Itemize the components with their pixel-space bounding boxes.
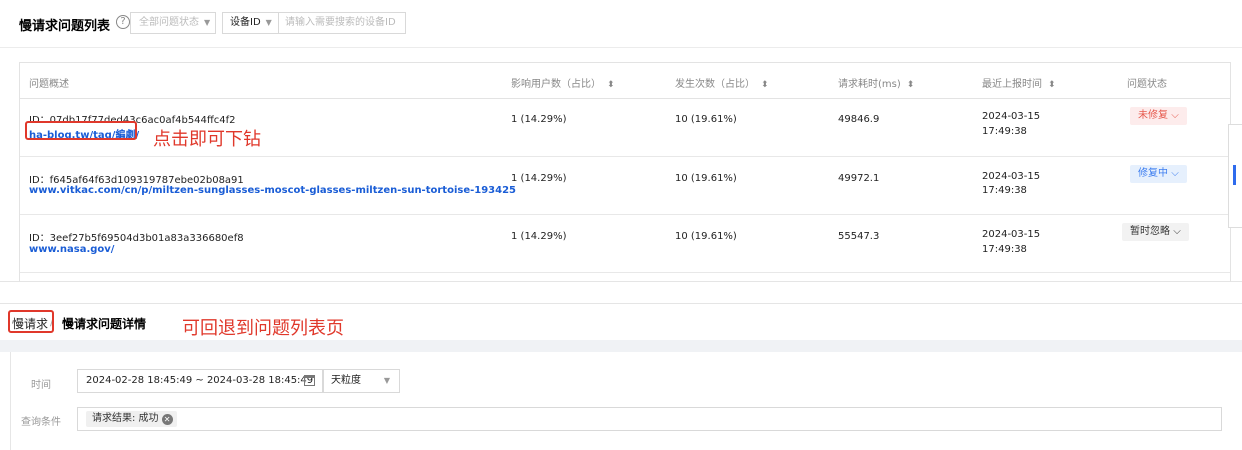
col-status: 问题状态 [1127, 79, 1167, 90]
count-cell: 10 (19.61%) [675, 114, 737, 125]
granularity-value: 天粒度 [331, 375, 361, 386]
status-dropdown[interactable]: 修复中 ⌵ [1130, 165, 1187, 183]
chevron-down-icon: ⌵ [1173, 226, 1181, 237]
query-condition-label: 查询条件 [21, 417, 61, 428]
issue-list-panel: 慢请求问题列表 ? 全部问题状态 ▼ 设备ID ▼ 请输入需要搜索的设备ID 问题概… [0, 0, 1242, 282]
device-search: 设备ID ▼ 请输入需要搜索的设备ID [222, 12, 406, 34]
issue-id: ID：f645af64f63d109319787ebe02b08a91 [29, 175, 244, 186]
report-time: 17:49:38 [982, 126, 1027, 137]
col-count[interactable]: 发生次数（占比） ⬍ [675, 75, 769, 90]
status-dropdown[interactable]: 未修复 ⌵ [1130, 107, 1187, 125]
help-circle-icon[interactable]: ? [116, 15, 130, 29]
sort-icon[interactable]: ⬍ [907, 80, 915, 90]
sort-icon[interactable]: ⬍ [607, 80, 615, 90]
issue-id: ID：3eef27b5f69504d3b01a83a336680ef8 [29, 233, 244, 244]
table-row: ID：3eef27b5f69504d3b01a83a336680ef8 www.… [20, 215, 1230, 273]
annotation-back-text: 可回退到问题列表页 [182, 318, 344, 339]
filter-chip[interactable]: 请求结果: 成功 ✕ [86, 411, 177, 427]
list-toolbar: 慢请求问题列表 ? 全部问题状态 ▼ 设备ID ▼ 请输入需要搜索的设备ID [0, 0, 1242, 48]
device-id-select[interactable]: 设备ID ▼ [223, 13, 279, 33]
report-date: 2024-03-15 [982, 229, 1041, 240]
side-toolbar[interactable] [1228, 124, 1242, 228]
users-cell: 1 (14.29%) [511, 114, 567, 125]
issue-table: 问题概述 影响用户数（占比） ⬍ 发生次数（占比） ⬍ 请求耗时(ms) ⬍ 最近上报… [19, 62, 1231, 282]
duration-cell: 55547.3 [838, 231, 880, 242]
section-divider [0, 340, 1242, 352]
calendar-icon [304, 375, 315, 386]
table-row: ID：f645af64f63d109319787ebe02b08a91 www.… [20, 157, 1230, 215]
col-duration[interactable]: 请求耗时(ms) ⬍ [838, 75, 914, 90]
sort-icon[interactable]: ⬍ [761, 80, 769, 90]
close-icon[interactable]: ✕ [161, 414, 173, 425]
duration-cell: 49972.1 [838, 173, 880, 184]
annotation-highlight-box [8, 310, 54, 333]
report-date: 2024-03-15 [982, 171, 1041, 182]
duration-cell: 49846.9 [838, 114, 880, 125]
report-time: 17:49:38 [982, 185, 1027, 196]
device-id-label: 设备ID [230, 17, 261, 28]
sort-icon[interactable]: ⬍ [1048, 80, 1056, 90]
status-dropdown[interactable]: 暂时忽略 ⌵ [1122, 223, 1189, 241]
status-filter-value: 全部问题状态 [139, 17, 199, 28]
caret-down-icon: ▼ [265, 18, 272, 27]
status-filter-select[interactable]: 全部问题状态 ▼ [130, 12, 216, 34]
caret-down-icon: ▼ [204, 18, 211, 27]
time-label: 时间 [31, 380, 51, 391]
chevron-down-icon: ⌵ [1171, 110, 1179, 121]
side-toolbar-indicator [1233, 165, 1236, 185]
users-cell: 1 (14.29%) [511, 173, 567, 184]
count-cell: 10 (19.61%) [675, 231, 737, 242]
annotation-drilldown-text: 点击即可下钻 [153, 129, 261, 150]
query-condition-input[interactable]: 请求结果: 成功 ✕ [77, 407, 1222, 431]
list-title: 慢请求问题列表 [19, 19, 111, 34]
report-time: 17:49:38 [982, 244, 1027, 255]
users-cell: 1 (14.29%) [511, 231, 567, 242]
breadcrumb-current: 慢请求问题详情 [62, 317, 147, 331]
issue-url-link[interactable]: www.nasa.gov/ [29, 244, 114, 255]
annotation-highlight-box [25, 121, 137, 140]
chevron-down-icon: ⌵ [1171, 168, 1179, 179]
caret-down-icon: ▼ [383, 376, 390, 385]
issue-url-link[interactable]: www.vitkac.com/cn/p/miltzen-sunglasses-m… [29, 185, 516, 196]
filter-area: 时间 2024-02-28 18:45:49 ~ 2024-03-28 18:4… [10, 352, 1242, 450]
count-cell: 10 (19.61%) [675, 173, 737, 184]
date-range-picker[interactable]: 2024-02-28 18:45:49 ~ 2024-03-28 18:45:4… [77, 369, 324, 393]
date-range-value: 2024-02-28 18:45:49 ~ 2024-03-28 18:45:4… [86, 375, 314, 386]
device-id-input[interactable]: 请输入需要搜索的设备ID [285, 13, 405, 33]
col-last-report[interactable]: 最近上报时间 ⬍ [982, 75, 1056, 90]
table-header: 问题概述 影响用户数（占比） ⬍ 发生次数（占比） ⬍ 请求耗时(ms) ⬍ 最近上报… [20, 63, 1230, 99]
granularity-select[interactable]: 天粒度 ▼ [322, 369, 400, 393]
col-users[interactable]: 影响用户数（占比） ⬍ [511, 75, 615, 90]
report-date: 2024-03-15 [982, 111, 1041, 122]
col-summary: 问题概述 [29, 79, 69, 90]
issue-detail-panel: 慢请求 / 慢请求问题详情 可回退到问题列表页 时间 2024-02-28 18… [0, 303, 1242, 450]
